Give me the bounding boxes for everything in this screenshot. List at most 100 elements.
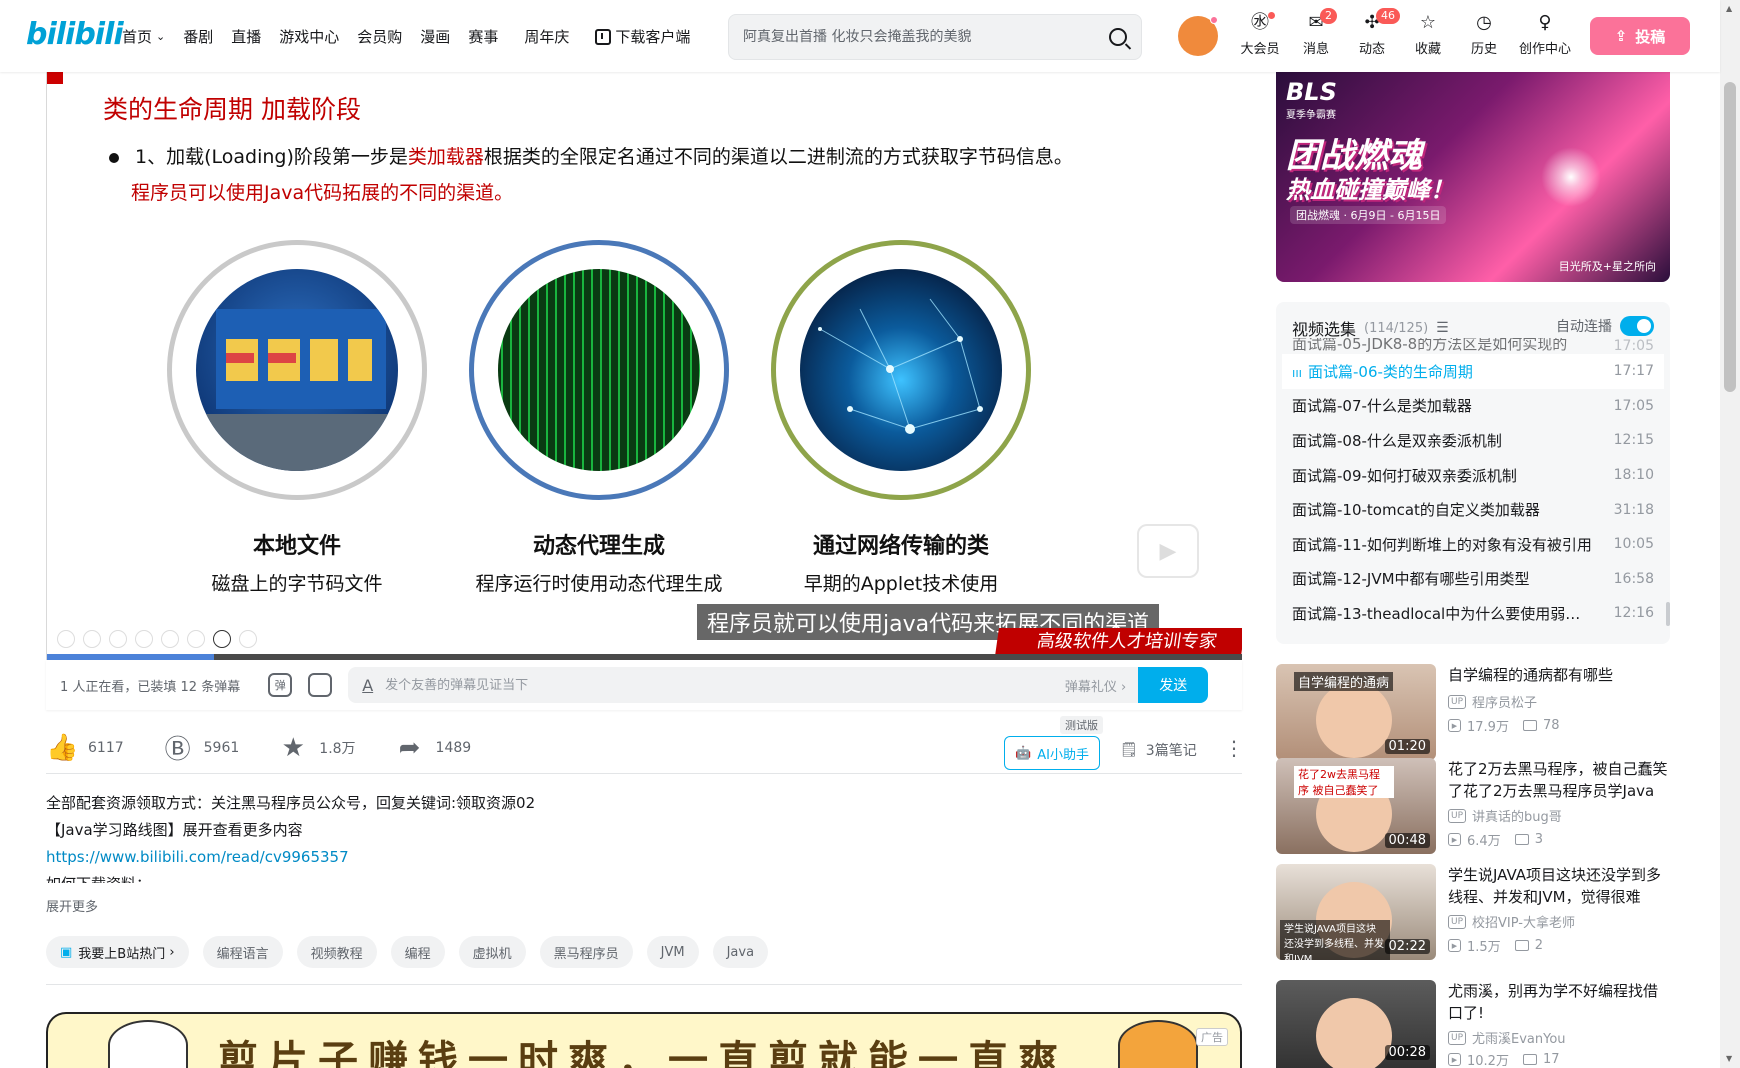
ai-assistant-button[interactable]: 🤖 AI小助手: [1004, 736, 1100, 770]
bullet-dot: [109, 152, 119, 163]
search-input[interactable]: [743, 29, 1109, 45]
playlist-item[interactable]: 面试篇-08-什么是双亲委派机制 12:15: [1282, 423, 1664, 458]
video-title[interactable]: 花了2万去黑马程序，被自己蠢笑了花了2万去黑马程序员学Java: [1448, 758, 1670, 802]
control-icon[interactable]: [187, 630, 205, 648]
desc-link[interactable]: https://www.bilibili.com/read/cv9965357: [46, 848, 349, 866]
playlist-item[interactable]: 面试篇-05-JDK8-8的方法区是如何实现的 17:05: [1282, 338, 1664, 354]
playlist-item[interactable]: 面试篇-10-tomcat的自定义类加载器 31:18: [1282, 492, 1664, 527]
tag[interactable]: Java: [712, 936, 769, 968]
bilibili-logo[interactable]: bilibili: [26, 16, 124, 52]
nav-download-client[interactable]: 下载客户端: [595, 26, 690, 47]
search-icon[interactable]: [1109, 28, 1127, 46]
nav-game-center[interactable]: 游戏中心: [279, 26, 339, 47]
tag[interactable]: 编程语言: [202, 936, 283, 968]
share-button[interactable]: ➦ 1489: [394, 733, 472, 763]
ad-banner[interactable]: 剪片子赚钱一时爽，一直剪就能一直爽 广告: [46, 1012, 1242, 1068]
recommended-video[interactable]: 学生说JAVA项目这块还没学到多线程、并发和JVM 02:22 学生说JAVA项…: [1276, 864, 1670, 960]
control-icon[interactable]: [109, 630, 127, 648]
nav-mall[interactable]: 会员购: [357, 26, 402, 47]
tag-hot[interactable]: ▣ 我要上B站热门 ›: [46, 936, 189, 968]
scrollbar-thumb[interactable]: [1724, 82, 1736, 392]
autoplay-toggle[interactable]: [1620, 316, 1654, 336]
tag[interactable]: 视频教程: [296, 936, 377, 968]
danmaku-etiquette-link[interactable]: 弹幕礼仪 ›: [1065, 676, 1126, 695]
nav-home[interactable]: 首页 ⌄: [122, 26, 165, 47]
playing-bars-icon: ııı: [1292, 365, 1303, 380]
like-button[interactable]: 👍 6117: [46, 733, 124, 763]
header-messages[interactable]: ✉ 2 消息: [1288, 8, 1344, 57]
network-image: [800, 269, 1002, 471]
upload-button[interactable]: ⇪ 投稿: [1590, 17, 1690, 55]
header-dynamic[interactable]: ✣ 46 动态: [1344, 8, 1400, 57]
danmaku-settings-icon[interactable]: [308, 673, 333, 697]
playlist-title: 视频选集: [1292, 320, 1357, 339]
playlist-item[interactable]: 面试篇-12-JVM中都有哪些引用类型 16:58: [1282, 562, 1664, 597]
send-danmaku-button[interactable]: 发送: [1138, 667, 1209, 703]
more-icon[interactable]: ⋮: [1224, 736, 1244, 760]
tag[interactable]: 编程: [390, 936, 445, 968]
header-history[interactable]: ◷ 历史: [1456, 12, 1512, 57]
playlist-scrollbar[interactable]: [1666, 602, 1670, 626]
recommended-video[interactable]: 00:28 尤雨溪，别再为学不好编程找借口了! UP 尤雨溪EvanYou ▶ 10…: [1276, 980, 1670, 1068]
expand-more-link[interactable]: 展开更多: [46, 896, 98, 915]
play-icon[interactable]: ▶: [1137, 524, 1199, 578]
nav-anime[interactable]: 番剧: [183, 26, 213, 47]
font-style-icon[interactable]: A: [362, 676, 373, 695]
video-title[interactable]: 学生说JAVA项目这块还没学到多线程、并发和JVM，觉得很难: [1448, 864, 1670, 908]
control-icon[interactable]: [135, 630, 153, 648]
nav-anniversary[interactable]: 周年庆: [524, 26, 569, 47]
promo-banner[interactable]: BLS 夏季争霸赛 团战燃魂 热血碰撞巅峰！ 团战燃魂 · 6月9日 - 6月15…: [1276, 72, 1670, 282]
star-icon: ☆: [1419, 12, 1437, 33]
danmaku-count-icon: [1514, 940, 1529, 951]
scroll-up-arrow-icon[interactable]: ▲: [1726, 4, 1732, 13]
tag[interactable]: 黑马程序员: [539, 936, 633, 968]
control-icon[interactable]: [83, 630, 101, 648]
fire-icon: ▣: [60, 944, 73, 960]
video-title[interactable]: 尤雨溪，别再为学不好编程找借口了!: [1448, 980, 1670, 1024]
tag[interactable]: 虚拟机: [458, 936, 526, 968]
scroll-down-arrow-icon[interactable]: ▼: [1726, 1054, 1732, 1063]
uploader[interactable]: UP 校招VIP-大拿老师: [1448, 912, 1575, 931]
control-icon[interactable]: [239, 630, 257, 648]
video-stats: ▶ 10.2万 17: [1448, 1050, 1560, 1068]
page-scrollbar[interactable]: ▲ ▼: [1720, 0, 1740, 1068]
uploader[interactable]: UP 程序员松子: [1448, 692, 1537, 711]
video-thumbnail[interactable]: 00:28: [1276, 980, 1436, 1068]
playlist-item-active[interactable]: ııı 面试篇-06-类的生命周期 17:17: [1282, 354, 1664, 389]
recommended-video[interactable]: 花了2w去黑马程序 被自己蠢笑了 00:48 花了2万去黑马程序，被自己蠢笑了花…: [1276, 758, 1670, 854]
star-icon: ★: [281, 732, 305, 763]
up-icon: UP: [1448, 1030, 1467, 1045]
uploader[interactable]: UP 讲真话的bug哥: [1448, 806, 1562, 825]
nav-live[interactable]: 直播: [231, 26, 261, 47]
video-thumbnail[interactable]: 花了2w去黑马程序 被自己蠢笑了 00:48: [1276, 758, 1436, 854]
list-view-icon[interactable]: ☰: [1436, 320, 1449, 336]
nav-manga[interactable]: 漫画: [420, 26, 450, 47]
cat-illustration: [108, 1020, 188, 1068]
video-player[interactable]: 类的生命周期 加载阶段 1、加载(Loading)阶段第一步是类加载器根据类的全…: [46, 72, 1242, 660]
recommended-video[interactable]: 自学编程的通病 01:20 自学编程的通病都有哪些 UP 程序员松子 ▶ 17.9万…: [1276, 664, 1670, 760]
playlist-item[interactable]: 面试篇-07-什么是类加载器 17:05: [1282, 389, 1664, 424]
tag[interactable]: JVM: [646, 936, 699, 968]
control-icon[interactable]: [161, 630, 179, 648]
video-duration: 00:48: [1384, 833, 1430, 848]
desc-line: 【Java学习路线图】展开查看更多内容: [46, 821, 303, 839]
header-favorites[interactable]: ☆ 收藏: [1400, 12, 1456, 57]
danmaku-input[interactable]: [385, 677, 1065, 693]
header-vip[interactable]: ㊌大会员: [1232, 12, 1288, 57]
nav-esports[interactable]: 赛事: [468, 26, 498, 47]
video-thumbnail[interactable]: 学生说JAVA项目这块还没学到多线程、并发和JVM 02:22: [1276, 864, 1436, 960]
camera-icon[interactable]: [213, 630, 231, 648]
video-title[interactable]: 自学编程的通病都有哪些: [1448, 664, 1670, 686]
playlist-item[interactable]: 面试篇-11-如何判断堆上的对象有没有被引用 10:05: [1282, 527, 1664, 562]
playlist-item[interactable]: 面试篇-13-theadlocal中为什么要使用弱引用 12:16: [1282, 596, 1664, 631]
coin-button[interactable]: Ⓑ 5961: [162, 729, 240, 766]
playlist-item[interactable]: 面试篇-09-如何打破双亲委派机制 18:10: [1282, 458, 1664, 493]
danmaku-toggle-icon[interactable]: 弹: [268, 673, 293, 697]
notes-button[interactable]: 🗒 3篇笔记: [1120, 740, 1197, 760]
control-icon[interactable]: [57, 630, 75, 648]
video-thumbnail[interactable]: 自学编程的通病 01:20: [1276, 664, 1436, 760]
favorite-button[interactable]: ★ 1.8万: [277, 732, 356, 763]
header-creator-center[interactable]: ♀ 创作中心: [1512, 12, 1578, 57]
uploader[interactable]: UP 尤雨溪EvanYou: [1448, 1028, 1566, 1047]
header-actions: ㊌大会员 ✉ 2 消息 ✣ 46 动态 ☆ 收藏 ◷ 历史 ♀ 创作中心: [1232, 8, 1578, 57]
